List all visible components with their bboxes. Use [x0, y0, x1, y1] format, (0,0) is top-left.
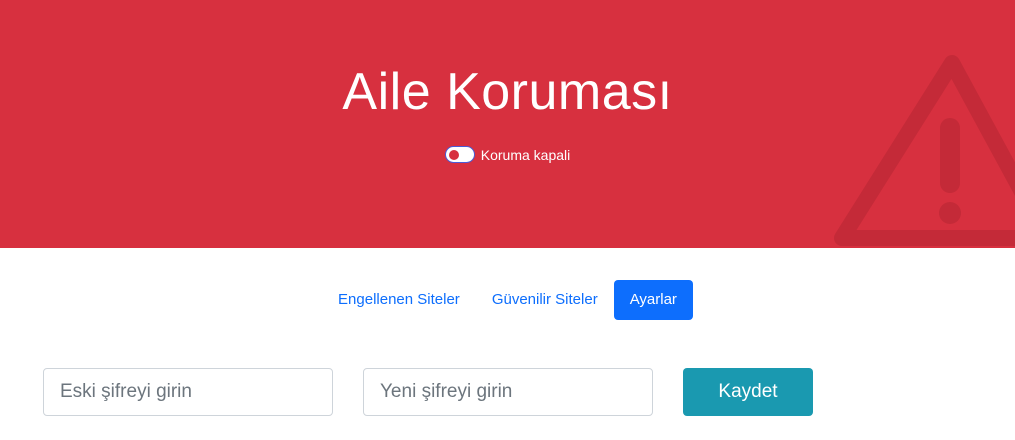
tab-bar: Engellenen Siteler Güvenilir Siteler Aya…: [0, 280, 1015, 320]
protection-toggle[interactable]: [444, 146, 475, 163]
tab-settings[interactable]: Ayarlar: [613, 280, 693, 320]
toggle-knob: [448, 149, 459, 160]
hero-banner: Aile Koruması Koruma kapali: [0, 0, 1015, 248]
old-password-input[interactable]: [43, 368, 333, 416]
password-form: Kaydet: [43, 368, 813, 416]
tab-trusted-sites[interactable]: Güvenilir Siteler: [476, 280, 614, 320]
new-password-input[interactable]: [363, 368, 653, 416]
protection-toggle-label[interactable]: Koruma kapali: [481, 147, 571, 163]
tab-blocked-sites[interactable]: Engellenen Siteler: [322, 280, 476, 320]
protection-toggle-row: Koruma kapali: [0, 146, 1015, 163]
save-button[interactable]: Kaydet: [683, 368, 813, 416]
page-title: Aile Koruması: [342, 63, 673, 121]
